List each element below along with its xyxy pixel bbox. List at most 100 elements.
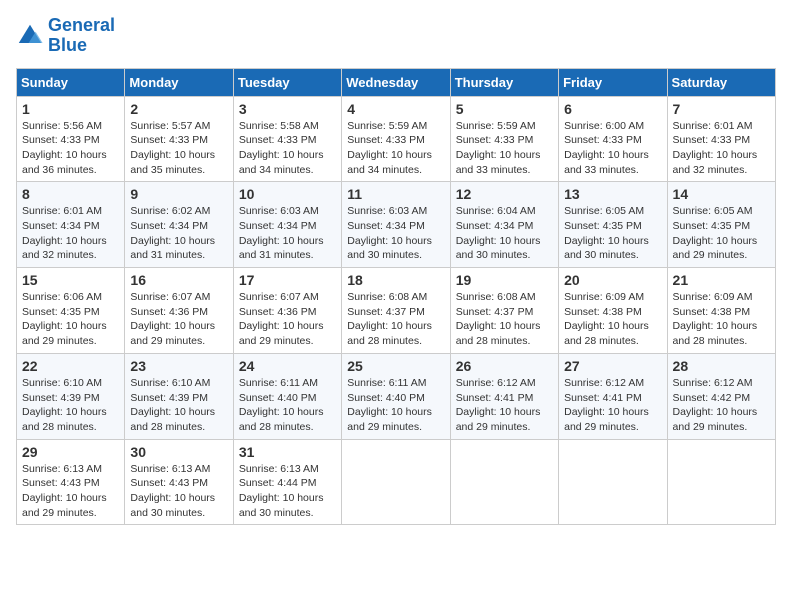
week-row-2: 8 Sunrise: 6:01 AMSunset: 4:34 PMDayligh…: [17, 182, 776, 268]
day-info: Sunrise: 6:06 AMSunset: 4:35 PMDaylight:…: [22, 290, 119, 349]
day-cell: 17 Sunrise: 6:07 AMSunset: 4:36 PMDaylig…: [233, 268, 341, 354]
day-number: 8: [22, 186, 119, 202]
day-number: 25: [347, 358, 444, 374]
day-cell: 4 Sunrise: 5:59 AMSunset: 4:33 PMDayligh…: [342, 96, 450, 182]
day-info: Sunrise: 6:11 AMSunset: 4:40 PMDaylight:…: [347, 376, 444, 435]
day-info: Sunrise: 6:12 AMSunset: 4:41 PMDaylight:…: [564, 376, 661, 435]
day-cell: 29 Sunrise: 6:13 AMSunset: 4:43 PMDaylig…: [17, 439, 125, 525]
day-cell: 2 Sunrise: 5:57 AMSunset: 4:33 PMDayligh…: [125, 96, 233, 182]
day-number: 27: [564, 358, 661, 374]
weekday-sunday: Sunday: [17, 68, 125, 96]
day-info: Sunrise: 6:13 AMSunset: 4:43 PMDaylight:…: [130, 462, 227, 521]
day-info: Sunrise: 5:58 AMSunset: 4:33 PMDaylight:…: [239, 119, 336, 178]
day-cell: 16 Sunrise: 6:07 AMSunset: 4:36 PMDaylig…: [125, 268, 233, 354]
day-info: Sunrise: 5:59 AMSunset: 4:33 PMDaylight:…: [347, 119, 444, 178]
day-number: 23: [130, 358, 227, 374]
day-info: Sunrise: 6:09 AMSunset: 4:38 PMDaylight:…: [673, 290, 770, 349]
calendar-body: 1 Sunrise: 5:56 AMSunset: 4:33 PMDayligh…: [17, 96, 776, 525]
day-info: Sunrise: 6:13 AMSunset: 4:43 PMDaylight:…: [22, 462, 119, 521]
day-number: 18: [347, 272, 444, 288]
day-cell: 11 Sunrise: 6:03 AMSunset: 4:34 PMDaylig…: [342, 182, 450, 268]
day-cell: 18 Sunrise: 6:08 AMSunset: 4:37 PMDaylig…: [342, 268, 450, 354]
week-row-1: 1 Sunrise: 5:56 AMSunset: 4:33 PMDayligh…: [17, 96, 776, 182]
day-info: Sunrise: 5:57 AMSunset: 4:33 PMDaylight:…: [130, 119, 227, 178]
weekday-wednesday: Wednesday: [342, 68, 450, 96]
weekday-monday: Monday: [125, 68, 233, 96]
day-cell: 6 Sunrise: 6:00 AMSunset: 4:33 PMDayligh…: [559, 96, 667, 182]
day-number: 31: [239, 444, 336, 460]
weekday-saturday: Saturday: [667, 68, 775, 96]
day-info: Sunrise: 6:04 AMSunset: 4:34 PMDaylight:…: [456, 204, 553, 263]
weekday-tuesday: Tuesday: [233, 68, 341, 96]
day-cell: 23 Sunrise: 6:10 AMSunset: 4:39 PMDaylig…: [125, 353, 233, 439]
day-number: 17: [239, 272, 336, 288]
day-cell: 7 Sunrise: 6:01 AMSunset: 4:33 PMDayligh…: [667, 96, 775, 182]
day-info: Sunrise: 6:07 AMSunset: 4:36 PMDaylight:…: [239, 290, 336, 349]
day-info: Sunrise: 6:01 AMSunset: 4:34 PMDaylight:…: [22, 204, 119, 263]
day-cell: 3 Sunrise: 5:58 AMSunset: 4:33 PMDayligh…: [233, 96, 341, 182]
day-number: 14: [673, 186, 770, 202]
day-number: 12: [456, 186, 553, 202]
day-number: 29: [22, 444, 119, 460]
day-cell: 10 Sunrise: 6:03 AMSunset: 4:34 PMDaylig…: [233, 182, 341, 268]
day-number: 20: [564, 272, 661, 288]
day-number: 11: [347, 186, 444, 202]
weekday-thursday: Thursday: [450, 68, 558, 96]
day-cell: 13 Sunrise: 6:05 AMSunset: 4:35 PMDaylig…: [559, 182, 667, 268]
logo-text: General Blue: [48, 16, 115, 56]
day-info: Sunrise: 6:10 AMSunset: 4:39 PMDaylight:…: [22, 376, 119, 435]
day-info: Sunrise: 5:59 AMSunset: 4:33 PMDaylight:…: [456, 119, 553, 178]
day-number: 24: [239, 358, 336, 374]
day-cell: 30 Sunrise: 6:13 AMSunset: 4:43 PMDaylig…: [125, 439, 233, 525]
day-cell: 26 Sunrise: 6:12 AMSunset: 4:41 PMDaylig…: [450, 353, 558, 439]
day-info: Sunrise: 6:05 AMSunset: 4:35 PMDaylight:…: [564, 204, 661, 263]
day-cell: [342, 439, 450, 525]
week-row-4: 22 Sunrise: 6:10 AMSunset: 4:39 PMDaylig…: [17, 353, 776, 439]
day-cell: 8 Sunrise: 6:01 AMSunset: 4:34 PMDayligh…: [17, 182, 125, 268]
week-row-3: 15 Sunrise: 6:06 AMSunset: 4:35 PMDaylig…: [17, 268, 776, 354]
day-cell: 1 Sunrise: 5:56 AMSunset: 4:33 PMDayligh…: [17, 96, 125, 182]
day-info: Sunrise: 6:03 AMSunset: 4:34 PMDaylight:…: [239, 204, 336, 263]
week-row-5: 29 Sunrise: 6:13 AMSunset: 4:43 PMDaylig…: [17, 439, 776, 525]
day-info: Sunrise: 6:10 AMSunset: 4:39 PMDaylight:…: [130, 376, 227, 435]
day-cell: 25 Sunrise: 6:11 AMSunset: 4:40 PMDaylig…: [342, 353, 450, 439]
day-number: 19: [456, 272, 553, 288]
day-info: Sunrise: 6:11 AMSunset: 4:40 PMDaylight:…: [239, 376, 336, 435]
day-number: 1: [22, 101, 119, 117]
day-cell: 19 Sunrise: 6:08 AMSunset: 4:37 PMDaylig…: [450, 268, 558, 354]
day-number: 16: [130, 272, 227, 288]
day-cell: 14 Sunrise: 6:05 AMSunset: 4:35 PMDaylig…: [667, 182, 775, 268]
day-cell: 15 Sunrise: 6:06 AMSunset: 4:35 PMDaylig…: [17, 268, 125, 354]
day-number: 30: [130, 444, 227, 460]
page-header: General Blue: [16, 16, 776, 56]
day-info: Sunrise: 6:08 AMSunset: 4:37 PMDaylight:…: [347, 290, 444, 349]
day-info: Sunrise: 6:01 AMSunset: 4:33 PMDaylight:…: [673, 119, 770, 178]
day-number: 26: [456, 358, 553, 374]
day-number: 28: [673, 358, 770, 374]
day-cell: 22 Sunrise: 6:10 AMSunset: 4:39 PMDaylig…: [17, 353, 125, 439]
day-number: 10: [239, 186, 336, 202]
logo-icon: [16, 22, 44, 50]
day-cell: 28 Sunrise: 6:12 AMSunset: 4:42 PMDaylig…: [667, 353, 775, 439]
day-info: Sunrise: 6:13 AMSunset: 4:44 PMDaylight:…: [239, 462, 336, 521]
day-info: Sunrise: 5:56 AMSunset: 4:33 PMDaylight:…: [22, 119, 119, 178]
day-number: 13: [564, 186, 661, 202]
day-cell: 9 Sunrise: 6:02 AMSunset: 4:34 PMDayligh…: [125, 182, 233, 268]
day-cell: [559, 439, 667, 525]
day-number: 9: [130, 186, 227, 202]
day-cell: [667, 439, 775, 525]
day-number: 6: [564, 101, 661, 117]
weekday-friday: Friday: [559, 68, 667, 96]
day-number: 4: [347, 101, 444, 117]
logo: General Blue: [16, 16, 115, 56]
day-info: Sunrise: 6:05 AMSunset: 4:35 PMDaylight:…: [673, 204, 770, 263]
day-cell: [450, 439, 558, 525]
day-number: 22: [22, 358, 119, 374]
day-info: Sunrise: 6:09 AMSunset: 4:38 PMDaylight:…: [564, 290, 661, 349]
day-info: Sunrise: 6:02 AMSunset: 4:34 PMDaylight:…: [130, 204, 227, 263]
day-info: Sunrise: 6:08 AMSunset: 4:37 PMDaylight:…: [456, 290, 553, 349]
weekday-header-row: SundayMondayTuesdayWednesdayThursdayFrid…: [17, 68, 776, 96]
calendar-table: SundayMondayTuesdayWednesdayThursdayFrid…: [16, 68, 776, 526]
day-cell: 24 Sunrise: 6:11 AMSunset: 4:40 PMDaylig…: [233, 353, 341, 439]
day-info: Sunrise: 6:12 AMSunset: 4:42 PMDaylight:…: [673, 376, 770, 435]
